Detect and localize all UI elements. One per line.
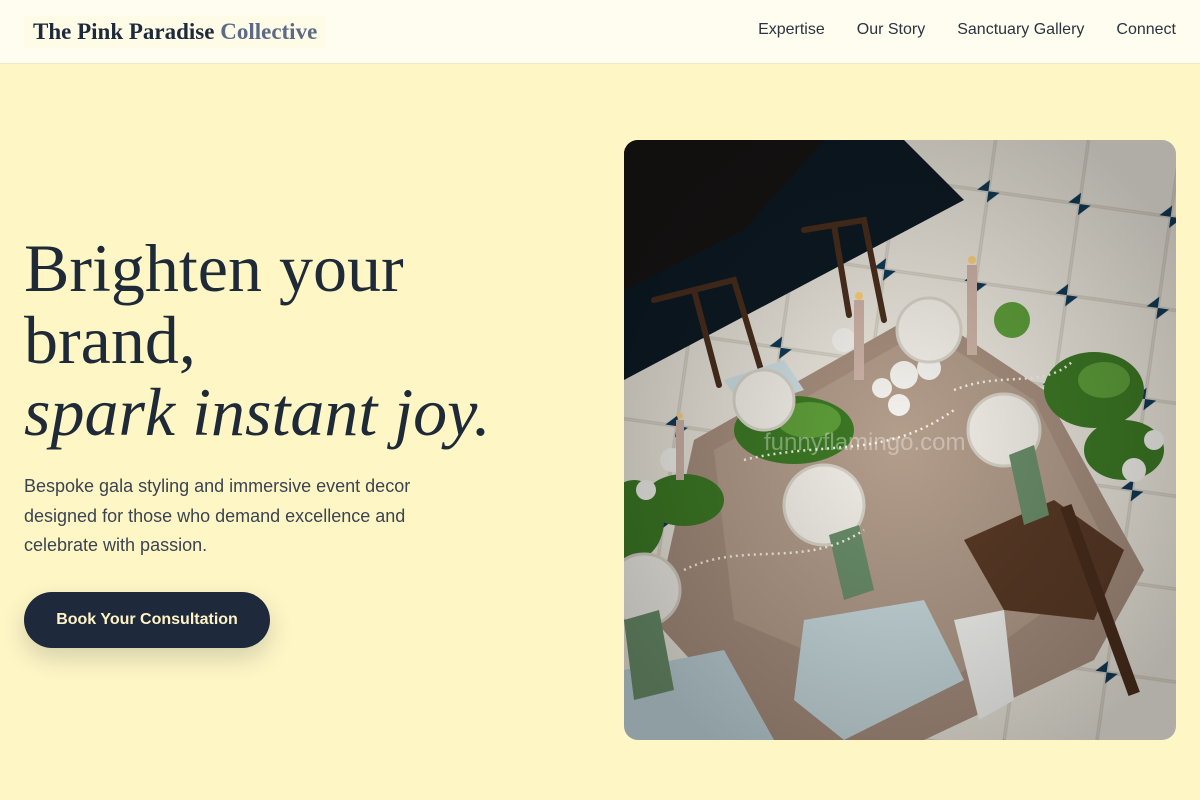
hero-description: Bespoke gala styling and immersive event… — [24, 476, 411, 555]
brand-name: The Pink Paradise — [33, 19, 215, 44]
headline-line-3: spark instant joy. — [24, 374, 491, 450]
hero-headline: Brighten your brand, spark instant joy. — [24, 232, 584, 448]
site-header: The Pink Paradise Collective Expertise O… — [0, 0, 1200, 64]
hero-image: funnyflamingo.com — [624, 140, 1176, 740]
image-watermark: funnyflamingo.com — [764, 429, 965, 456]
brand-logo[interactable]: The Pink Paradise Collective — [24, 16, 327, 48]
main-nav: Expertise Our Story Sanctuary Gallery Co… — [758, 19, 1176, 41]
headline-line-2: brand, — [24, 302, 196, 378]
nav-link-expertise[interactable]: Expertise — [758, 19, 825, 41]
headline-line-1: Brighten your — [24, 230, 404, 306]
book-consultation-button[interactable]: Book Your Consultation — [24, 592, 270, 648]
brand-name-accent: Collective — [220, 19, 318, 44]
nav-link-our-story[interactable]: Our Story — [857, 19, 925, 41]
nav-link-connect[interactable]: Connect — [1116, 19, 1176, 41]
nav-link-sanctuary-gallery[interactable]: Sanctuary Gallery — [957, 19, 1084, 41]
